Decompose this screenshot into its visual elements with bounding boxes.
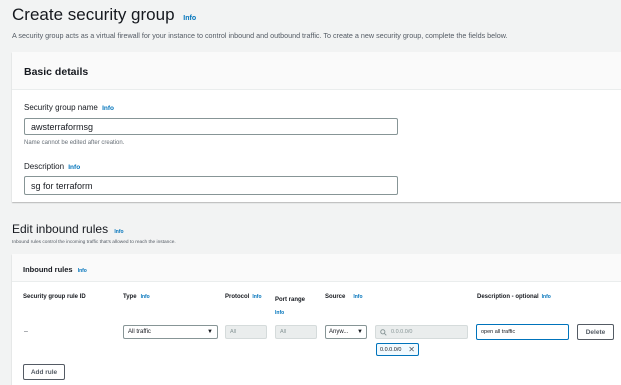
title-info-link[interactable]: Info [183,15,196,22]
inbound-rules-panel: Inbound rules Info Security group rule I… [12,254,621,385]
inbound-rules-header: Inbound rules Info [12,254,621,282]
security-group-name-input[interactable]: awsterraformsg [24,118,398,135]
col-port-range: Port range Info [275,294,305,320]
caret-down-icon: ▼ [357,329,363,335]
col-source: Source Info [325,294,363,300]
description-input[interactable]: sg for terraform [24,176,398,195]
description-field-label: Description Info [24,162,81,171]
page-title: Create security group [12,5,175,24]
rule-id-value: – [24,328,28,335]
col-protocol: Protocol Info [225,294,262,300]
description-col-info-link[interactable]: Info [542,294,551,300]
col-type: Type Info [123,294,150,300]
port-info-link[interactable]: Info [275,307,305,320]
rule-type-value: All traffic [128,329,151,335]
type-info-link[interactable]: Info [141,294,150,300]
page-description: A security group acts as a virtual firew… [12,31,508,40]
name-hint: Name cannot be edited after creation. [24,140,125,146]
protocol-input: All [225,325,267,339]
source-type-value: Anyw... [329,329,349,335]
port-range-input: All [275,325,317,339]
rule-description-input[interactable]: open all traffic [476,324,569,340]
source-type-select[interactable]: Anyw... ▼ [325,325,367,339]
search-icon [380,328,387,336]
source-info-link[interactable]: Info [353,294,362,300]
protocol-info-link[interactable]: Info [252,294,261,300]
delete-rule-button[interactable]: Delete [577,324,614,340]
description-info-link[interactable]: Info [68,164,80,171]
inbound-rules-heading: Inbound rules Info [23,265,87,274]
col-description: Description - optional Info [477,294,551,300]
caret-down-icon: ▼ [207,329,213,335]
source-cidr-search[interactable]: 0.0.0.0/0 [375,325,468,339]
basic-details-panel: Basic details Security group name Info a… [12,52,621,202]
close-icon[interactable]: ✕ [408,345,415,354]
basic-details-header: Basic details [12,52,621,90]
rule-type-select[interactable]: All traffic ▼ [123,325,218,339]
name-info-link[interactable]: Info [102,105,114,112]
add-rule-button[interactable]: Add rule [23,364,65,380]
inbound-title-info-link[interactable]: Info [114,229,123,235]
col-rule-id: Security group rule ID [23,294,86,300]
basic-details-heading: Basic details [24,66,89,78]
inbound-title: Edit inbound rules Info [12,222,124,236]
source-token: 0.0.0.0/0 ✕ [376,343,419,356]
inbound-description: Inbound rules control the incoming traff… [12,240,176,245]
name-field-label: Security group name Info [24,103,114,112]
page-header: Create security group Info [12,5,196,25]
inbound-rules-info-link[interactable]: Info [78,268,87,274]
